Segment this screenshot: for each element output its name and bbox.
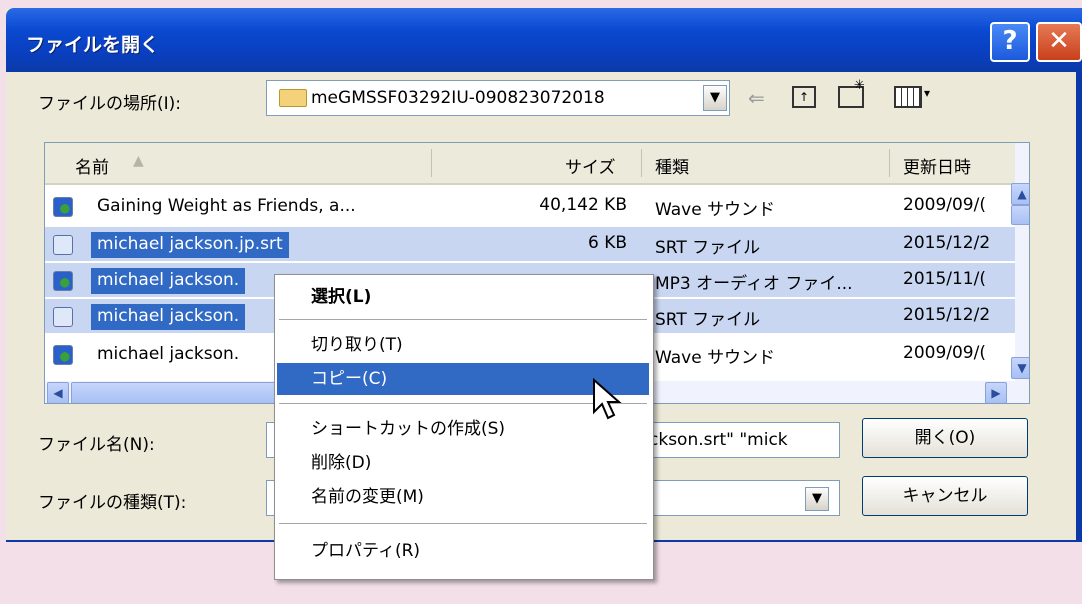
file-name: Gaining Weight as Friends, a... (97, 196, 356, 216)
file-modified: 2015/12/2 (903, 305, 991, 325)
menu-item-select[interactable]: 選択(L) (277, 281, 649, 313)
file-type: SRT ファイル (655, 310, 761, 330)
help-button[interactable]: ? (990, 22, 1030, 62)
column-header-size[interactable]: サイズ (565, 153, 616, 178)
menu-separator (279, 319, 647, 320)
file-type: Wave サウンド (655, 348, 776, 368)
lookin-combobox[interactable]: meGMSSF03292IU-090823072018 ▼ (266, 80, 730, 116)
document-file-icon (53, 235, 73, 255)
file-name: michael jackson. (91, 304, 246, 330)
context-menu: 選択(L) 切り取り(T) コピー(C) ショートカットの作成(S) 削除(D)… (274, 274, 654, 580)
filename-value: ckson.srt" "mick (649, 430, 788, 450)
scroll-right-icon[interactable]: ▶ (985, 382, 1007, 403)
title-bar[interactable]: ファイルを開く (6, 8, 1082, 72)
chevron-down-icon[interactable]: ▼ (805, 487, 829, 511)
open-button[interactable]: 開く(O) (862, 418, 1028, 458)
lookin-label: ファイルの場所(I): (38, 94, 182, 114)
audio-file-icon (53, 345, 73, 365)
column-header-modified[interactable]: 更新日時 (903, 153, 971, 178)
filetype-label: ファイルの種類(T): (38, 493, 187, 513)
views-menu-icon[interactable] (894, 86, 922, 108)
file-row[interactable]: michael jackson.jp.srt 6 KB SRT ファイル 201… (45, 227, 1017, 261)
views-dropdown-icon[interactable]: ▾ (924, 86, 930, 100)
new-folder-icon[interactable]: ✳ (838, 78, 865, 108)
scroll-up-icon[interactable]: ▲ (1011, 183, 1029, 205)
chevron-down-icon[interactable]: ▼ (703, 85, 727, 111)
file-size: 6 KB (587, 233, 627, 253)
column-divider[interactable] (889, 149, 890, 177)
menu-item-delete[interactable]: 削除(D) (277, 447, 649, 479)
up-folder-icon[interactable]: ↑ (792, 86, 816, 108)
window-frame (1076, 72, 1082, 542)
audio-file-icon (53, 271, 73, 291)
menu-separator (279, 523, 647, 524)
file-type: SRT ファイル (655, 238, 761, 258)
close-button[interactable]: ✕ (1036, 22, 1082, 62)
menu-item-cut[interactable]: 切り取り(T) (277, 329, 649, 361)
back-arrow-icon[interactable]: ⇐ (748, 86, 765, 110)
file-modified: 2009/09/( (903, 343, 986, 363)
column-divider[interactable] (641, 149, 642, 177)
scroll-left-icon[interactable]: ◀ (47, 382, 69, 403)
filename-label: ファイル名(N): (38, 435, 155, 455)
file-modified: 2009/09/( (903, 195, 986, 215)
column-header-name[interactable]: 名前 (75, 153, 109, 178)
file-name: michael jackson.jp.srt (91, 232, 289, 258)
scroll-down-icon[interactable]: ▼ (1011, 357, 1029, 379)
audio-file-icon (53, 197, 73, 217)
document-file-icon (53, 307, 73, 327)
file-name: michael jackson. (97, 344, 240, 364)
vertical-scrollbar[interactable]: ▲ ▼ (1011, 143, 1029, 381)
menu-item-rename[interactable]: 名前の変更(M) (277, 481, 649, 513)
column-header-type[interactable]: 種類 (655, 153, 689, 178)
column-divider[interactable] (431, 149, 432, 177)
mouse-pointer-icon (593, 378, 622, 420)
scroll-thumb[interactable] (1011, 205, 1029, 225)
file-size: 40,142 KB (539, 195, 627, 215)
menu-item-properties[interactable]: プロパティ(R) (277, 535, 649, 567)
folder-icon (279, 89, 307, 107)
file-type: Wave サウンド (655, 200, 776, 220)
file-modified: 2015/11/( (903, 269, 986, 289)
file-row[interactable]: Gaining Weight as Friends, a... 40,142 K… (45, 189, 1017, 223)
file-type: MP3 オーディオ ファイ... (655, 274, 853, 294)
sort-ascending-icon: ▲ (133, 153, 144, 169)
dialog-title: ファイルを開く (26, 34, 160, 56)
file-name: michael jackson. (91, 268, 246, 294)
file-modified: 2015/12/2 (903, 233, 991, 253)
lookin-value: meGMSSF03292IU-090823072018 (311, 88, 605, 108)
list-header: 名前 ▲ サイズ 種類 更新日時 (45, 143, 1017, 185)
cancel-button[interactable]: キャンセル (862, 476, 1028, 516)
